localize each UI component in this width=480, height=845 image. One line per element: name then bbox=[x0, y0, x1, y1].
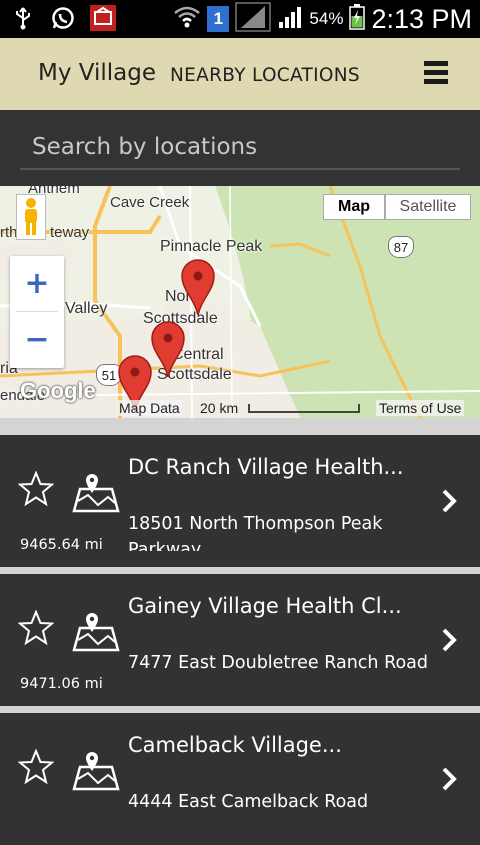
list-item[interactable]: DC Ranch Village Health... 18501 North T… bbox=[0, 435, 480, 567]
search-bar bbox=[0, 110, 480, 186]
whatsapp-icon bbox=[50, 5, 76, 31]
chevron-right-icon[interactable] bbox=[438, 487, 462, 515]
map-pin-gainey[interactable] bbox=[150, 320, 186, 378]
zoom-in-button[interactable]: + bbox=[10, 256, 64, 310]
signal-icon bbox=[277, 5, 303, 33]
location-name: Camelback Village... bbox=[128, 733, 342, 757]
favorite-star-icon[interactable] bbox=[18, 610, 54, 646]
street-view-pegman-icon[interactable] bbox=[16, 194, 46, 240]
map-data-link[interactable]: Map Data bbox=[117, 400, 182, 416]
app-notification-icon bbox=[90, 5, 116, 31]
location-distance: 9465.64 mi bbox=[20, 537, 103, 553]
map-label-pinnacle-peak: Pinnacle Peak bbox=[160, 238, 263, 255]
map-label-valley: Valley bbox=[65, 300, 108, 317]
wifi-icon bbox=[173, 5, 201, 33]
highway-87-shield: 87 bbox=[388, 236, 414, 258]
signal-icon-secondary bbox=[235, 2, 272, 36]
map-view[interactable]: Anthem Cave Creek rth teway Pinnacle Pea… bbox=[0, 186, 480, 418]
map-scale-bar bbox=[248, 404, 360, 413]
status-bar: 1 54% 2:13 PM bbox=[0, 0, 480, 38]
directions-map-icon[interactable] bbox=[72, 473, 120, 513]
location-distance: 9471.06 mi bbox=[20, 676, 103, 692]
app-title: My Village bbox=[38, 60, 157, 86]
map-label-gateway-partial: teway bbox=[50, 224, 90, 241]
map-type-map-button[interactable]: Map bbox=[323, 194, 385, 220]
system-indicators: 1 54% 2:13 PM bbox=[173, 2, 472, 36]
battery-percent: 54% bbox=[309, 9, 344, 28]
chevron-right-icon[interactable] bbox=[438, 626, 462, 654]
location-address: 4444 East Camelback Road bbox=[128, 792, 369, 812]
chevron-right-icon[interactable] bbox=[438, 765, 462, 793]
usb-icon bbox=[10, 5, 36, 31]
terms-of-use-link[interactable]: Terms of Use bbox=[376, 400, 465, 416]
location-name: Gainey Village Health Cl... bbox=[128, 594, 402, 618]
directions-map-icon[interactable] bbox=[72, 751, 120, 791]
location-list: DC Ranch Village Health... 18501 North T… bbox=[0, 418, 480, 845]
favorite-star-icon[interactable] bbox=[18, 471, 54, 507]
hamburger-menu-icon[interactable] bbox=[424, 59, 450, 87]
map-scale-label: 20 km bbox=[200, 400, 239, 416]
map-footer: Map Data 20 km Terms of Use bbox=[0, 400, 480, 418]
location-address: 7477 East Doubletree Ranch Road bbox=[128, 653, 428, 673]
map-label-north-partial: rth bbox=[0, 224, 18, 241]
search-input[interactable] bbox=[20, 126, 460, 170]
map-pin-dc-ranch[interactable] bbox=[180, 258, 216, 316]
list-item[interactable]: Gainey Village Health Cl... 7477 East Do… bbox=[0, 574, 480, 706]
zoom-out-button[interactable]: − bbox=[10, 312, 64, 366]
zoom-controls: + − bbox=[10, 256, 64, 368]
map-label-cave-creek: Cave Creek bbox=[110, 194, 190, 211]
location-name: DC Ranch Village Health... bbox=[128, 455, 404, 479]
favorite-star-icon[interactable] bbox=[18, 749, 54, 785]
clock: 2:13 PM bbox=[371, 3, 472, 34]
notification-icons bbox=[10, 5, 116, 31]
sim-icon: 1 bbox=[207, 6, 230, 32]
list-item[interactable]: Camelback Village... 4444 East Camelback… bbox=[0, 713, 480, 845]
directions-map-icon[interactable] bbox=[72, 612, 120, 652]
map-type-satellite-button[interactable]: Satellite bbox=[385, 194, 471, 220]
page-title: NEARBY LOCATIONS bbox=[170, 65, 360, 86]
location-address: 18501 North Thompson Peak Parkway bbox=[128, 514, 383, 551]
app-header: My Village NEARBY LOCATIONS bbox=[0, 38, 480, 110]
battery-icon bbox=[349, 4, 366, 34]
